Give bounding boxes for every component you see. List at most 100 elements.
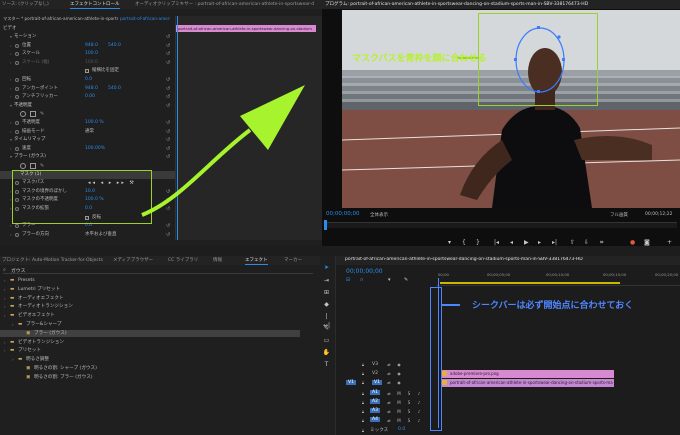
stopwatch-icon[interactable] xyxy=(15,95,19,100)
go-to-out-icon[interactable]: ▸| xyxy=(552,239,557,247)
clip-v2-png[interactable]: adobe-premiere-pro.png xyxy=(441,370,614,378)
sync-lock-icon[interactable]: ⇄ xyxy=(386,409,392,415)
property-value[interactable]: 948.0 xyxy=(85,42,98,50)
effects-folder[interactable]: › ▬ 明るさ調整 xyxy=(0,356,300,363)
mic-icon[interactable]: ♪ xyxy=(416,418,422,424)
twirl-icon[interactable]: › xyxy=(10,76,12,84)
fit-dropdown[interactable]: 全体表示 xyxy=(370,212,388,218)
effect-row[interactable]: › ブラーの方向 水平および垂直 ↺ xyxy=(0,231,175,239)
step-back-icon[interactable]: ◂ xyxy=(510,239,513,247)
sequence-dropdown[interactable]: portrait-of-african-american-athle... xyxy=(120,16,170,21)
tab-info[interactable]: 情報 xyxy=(213,257,222,263)
twirl-icon[interactable]: › xyxy=(10,145,12,153)
solo-icon[interactable]: S xyxy=(406,400,412,406)
twirl-icon[interactable]: › xyxy=(10,119,12,127)
ellipse-mask-icon[interactable] xyxy=(20,163,26,169)
tab-cc-libraries[interactable]: CC ライブラリ xyxy=(168,257,198,263)
checkbox[interactable] xyxy=(85,69,89,74)
solo-icon[interactable]: S xyxy=(406,391,412,397)
solo-icon[interactable]: S xyxy=(406,418,412,424)
program-playhead[interactable] xyxy=(324,220,327,230)
selection-tool-icon[interactable]: ➤ xyxy=(322,263,331,272)
go-to-in-icon[interactable]: |◂ xyxy=(494,239,499,247)
video-track-header[interactable]: 🔒︎ V3 ⇄ ◉ xyxy=(342,361,436,369)
effect-row[interactable]: › 位置 948.0 540.0 ↺ xyxy=(0,42,175,50)
twirl-icon[interactable]: › xyxy=(10,128,12,136)
lock-icon[interactable]: 🔒︎ xyxy=(360,380,366,386)
property-value[interactable]: 水平および垂直 xyxy=(85,231,117,239)
wrench-icon[interactable]: ✎ xyxy=(404,276,408,284)
rectangle-tool-icon[interactable]: ▭ xyxy=(322,336,331,345)
twirl-icon[interactable]: ▾ xyxy=(10,33,12,41)
property-value[interactable]: 100.0 xyxy=(85,59,98,67)
quality-dropdown[interactable]: フル画質 xyxy=(610,212,628,218)
eye-icon[interactable]: ◉ xyxy=(396,371,402,377)
mute-icon[interactable]: M xyxy=(396,418,402,424)
property-value[interactable]: 通常 xyxy=(85,128,94,136)
reset-icon[interactable]: ↺ xyxy=(166,33,170,41)
stopwatch-icon[interactable] xyxy=(15,78,19,82)
track-label[interactable]: A3 xyxy=(370,408,381,413)
sync-lock-icon[interactable]: ⇄ xyxy=(386,400,392,406)
twirl-icon[interactable]: › xyxy=(10,42,12,50)
tab-effect-controls[interactable]: エフェクトコントロール xyxy=(70,1,120,9)
sync-lock-icon[interactable]: ⇄ xyxy=(386,380,392,386)
stopwatch-icon[interactable] xyxy=(15,146,19,151)
mix-track-header[interactable]: 🔒︎ ミックス 0.0 xyxy=(342,427,436,435)
property-value[interactable]: 100.00% xyxy=(85,145,105,153)
lock-icon[interactable]: 🔒︎ xyxy=(360,418,366,424)
sync-lock-icon[interactable]: ⇄ xyxy=(386,418,392,424)
twirl-icon[interactable]: › xyxy=(10,85,12,93)
track-label[interactable]: A2 xyxy=(370,399,381,404)
audio-track-header[interactable]: 🔒︎ A2 ⇄ M S ♪ xyxy=(342,399,436,407)
track-label[interactable]: V1 xyxy=(372,380,383,385)
razor-tool-icon[interactable]: ◆ xyxy=(322,300,331,309)
chevron-right-icon[interactable]: › xyxy=(4,303,6,310)
stopwatch-icon[interactable] xyxy=(15,224,19,229)
twirl-icon[interactable]: › xyxy=(10,93,12,101)
effects-folder[interactable]: › ▬ ビデオトランジション xyxy=(0,339,300,346)
effects-search-field[interactable]: ⌕ ガウス xyxy=(3,267,313,274)
ellipse-mask-icon[interactable] xyxy=(20,111,26,118)
tab-markers[interactable]: マーカー xyxy=(284,257,302,263)
step-forward-icon[interactable]: ▸ xyxy=(538,239,541,247)
effect-row[interactable]: ▾ モーション ↺ xyxy=(0,33,175,41)
camera-icon[interactable]: ◙ xyxy=(644,239,650,247)
lock-icon[interactable]: 🔒︎ xyxy=(360,428,366,434)
mix-value[interactable]: 0.0 xyxy=(398,427,405,432)
clip-v1-video[interactable]: portrait-of-african-american-athlete-in-… xyxy=(441,379,614,387)
effects-folder[interactable]: › ▬ Presets xyxy=(0,277,300,284)
audio-track-header[interactable]: 🔒︎ A3 ⇄ M S ♪ xyxy=(342,408,436,416)
twirl-icon[interactable]: ▾ xyxy=(10,136,12,144)
pen-tool-icon[interactable]: ✎ xyxy=(322,324,331,333)
chevron-right-icon[interactable]: › xyxy=(4,286,6,293)
effects-folder[interactable]: › ▬ オーディオトランジション xyxy=(0,303,300,310)
stopwatch-icon[interactable] xyxy=(15,121,19,125)
tab-audio-clip-mixer[interactable]: オーディオクリップミキサー : portrait-of-african-amer… xyxy=(135,1,314,7)
effects-item[interactable]: ▣ 明るさの割: シャープ (ガウス) xyxy=(0,365,300,372)
mark-out-icon[interactable]: } xyxy=(476,239,480,247)
track-label[interactable]: V2 xyxy=(372,371,378,376)
mark-in-icon[interactable]: { xyxy=(462,239,466,247)
track-label[interactable]: A1 xyxy=(370,390,381,395)
effects-folder[interactable]: › ▬ ビデオエフェクト xyxy=(0,312,300,319)
timeline-timecode[interactable]: 00;00;00;00 xyxy=(346,268,383,275)
lock-icon[interactable]: 🔒︎ xyxy=(360,371,366,377)
ripple-edit-tool-icon[interactable]: ⊞ xyxy=(322,288,331,297)
audio-track-header[interactable]: 🔒︎ A1 ⇄ M S ♪ xyxy=(342,390,436,398)
tab-media-browser[interactable]: メディアブラウザー xyxy=(113,257,153,263)
snap-icon[interactable]: ⊟ xyxy=(346,276,350,284)
tab-program[interactable]: プログラム: portrait-of-african-american-athl… xyxy=(325,1,675,7)
track-label[interactable]: V3 xyxy=(372,362,378,367)
reset-icon[interactable]: ↺ xyxy=(166,231,170,239)
record-icon[interactable]: ● xyxy=(630,239,635,247)
marker-icon[interactable]: ▾ xyxy=(448,239,451,247)
tab-project[interactable]: プロジェクト: Auto-Motion Tracker-for-Objects xyxy=(2,257,103,263)
mic-icon[interactable]: ♪ xyxy=(416,391,422,397)
lift-icon[interactable]: ⇧ xyxy=(570,239,575,247)
type-tool-icon[interactable]: T xyxy=(322,360,331,369)
program-scrub-bar[interactable] xyxy=(325,222,677,228)
source-patch-v1[interactable]: V1 xyxy=(346,380,357,385)
twirl-icon[interactable]: › xyxy=(10,59,12,67)
stopwatch-icon[interactable] xyxy=(15,232,19,237)
